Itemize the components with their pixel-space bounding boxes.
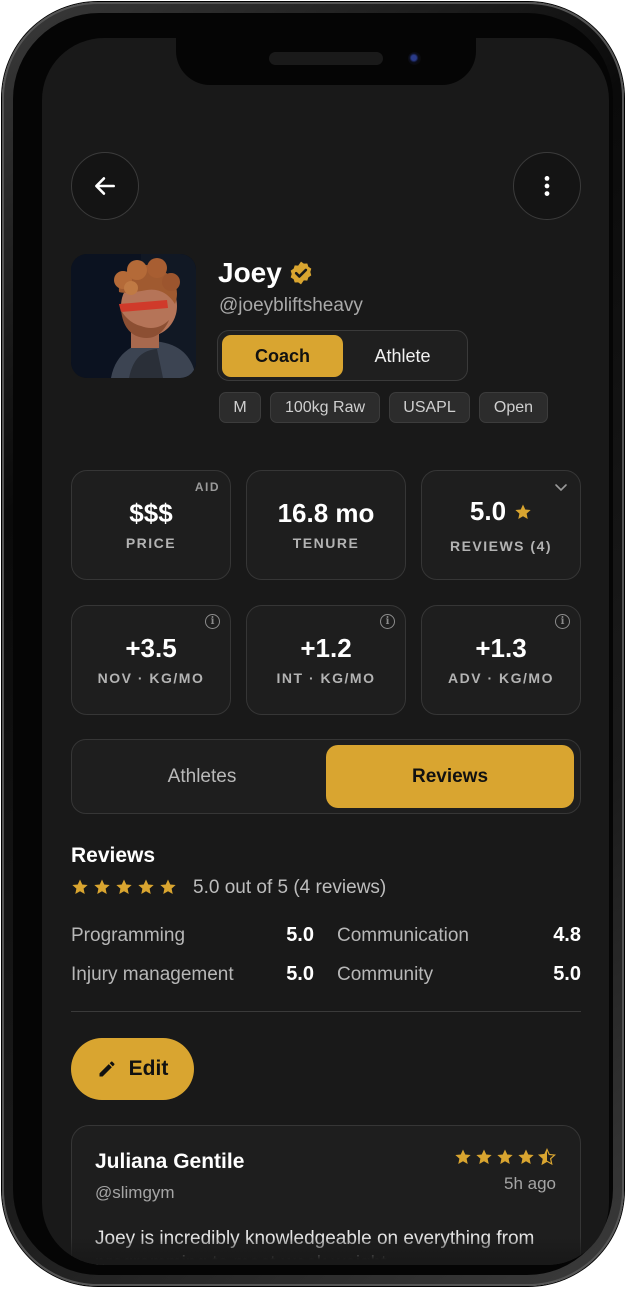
info-icon[interactable]: i [555, 614, 570, 629]
category-communication-label: Communication [337, 925, 469, 946]
tag-sex: M [219, 392, 261, 423]
category-programming-value: 5.0 [286, 924, 314, 946]
front-camera [408, 52, 421, 65]
stat-advanced-label: ADV · KG/MO [448, 670, 554, 686]
info-icon[interactable]: i [380, 614, 395, 629]
price-corner-label: AID [194, 480, 220, 494]
reviews-heading: Reviews [71, 844, 156, 867]
verified-badge-icon [290, 261, 312, 285]
category-community-value: 5.0 [553, 963, 581, 985]
category-programming-label: Programming [71, 925, 186, 946]
profile-name: Joey [218, 257, 282, 288]
phone-bezel: Joey @joeybliftsheavy Coach Athlete M 10… [13, 13, 613, 1275]
stat-tenure: 16.8 mo TENURE [246, 470, 406, 580]
content-tabs: Athletes Reviews [71, 739, 581, 814]
stat-novice-gain: i +3.5 NOV · KG/MO [71, 605, 231, 715]
stat-reviews-value-row: 5.0 [422, 496, 580, 527]
tag-weight-class: 100kg Raw [270, 392, 380, 423]
overall-rating-stars [71, 878, 177, 896]
role-athlete-button[interactable]: Athlete [342, 335, 463, 377]
star-icon [455, 1149, 471, 1164]
category-communication-value: 4.8 [553, 924, 581, 946]
star-icon [160, 879, 176, 894]
notch [176, 38, 476, 85]
chevron-down-icon [555, 484, 567, 492]
stat-novice-value: +3.5 [125, 633, 177, 663]
review-time: 5h ago [504, 1174, 556, 1193]
star-icon [72, 879, 88, 894]
stat-tenure-value: 16.8 mo [277, 498, 375, 528]
edit-review-button[interactable]: Edit [71, 1038, 194, 1100]
app-screen: Joey @joeybliftsheavy Coach Athlete M 10… [42, 38, 609, 1265]
stat-price-value: $$$ [129, 498, 173, 528]
edit-label: Edit [128, 1057, 169, 1080]
star-icon [94, 879, 110, 894]
stat-intermediate-gain: i +1.2 INT · KG/MO [246, 605, 406, 715]
stat-advanced-value: +1.3 [475, 633, 527, 663]
arrow-left-icon [95, 177, 115, 195]
stat-intermediate-value: +1.2 [300, 633, 352, 663]
stat-novice-label: NOV · KG/MO [97, 670, 205, 686]
category-community-label: Community [337, 964, 434, 985]
avatar [71, 254, 196, 378]
role-toggle: Coach Athlete [217, 330, 468, 381]
speaker [269, 52, 383, 65]
tab-athletes[interactable]: Athletes [78, 745, 326, 808]
more-options-button[interactable] [513, 152, 581, 220]
stat-price-label: PRICE [125, 535, 177, 551]
star-half-icon [538, 1148, 556, 1166]
stat-reviews[interactable]: 5.0 REVIEWS (4) [421, 470, 581, 580]
pencil-icon [99, 1061, 115, 1077]
profile-handle: @joeybliftsheavy [219, 295, 363, 316]
star-icon [515, 504, 531, 519]
stat-reviews-value: 5.0 [469, 496, 507, 526]
reviewer-name: Juliana Gentile [95, 1150, 245, 1173]
star-icon [138, 879, 154, 894]
tag-division: Open [479, 392, 548, 423]
more-vertical-icon [544, 176, 550, 196]
bottom-fade [42, 1237, 609, 1265]
rating-summary: 5.0 out of 5 (4 reviews) [193, 877, 387, 898]
star-icon [497, 1149, 513, 1164]
back-button[interactable] [71, 152, 139, 220]
stat-advanced-gain: i +1.3 ADV · KG/MO [421, 605, 581, 715]
tag-federation: USAPL [389, 392, 470, 423]
category-injury-label: Injury management [71, 964, 234, 985]
stat-tenure-label: TENURE [292, 535, 360, 551]
star-icon [476, 1149, 492, 1164]
star-icon [116, 879, 132, 894]
phone-frame: Joey @joeybliftsheavy Coach Athlete M 10… [2, 2, 624, 1286]
stat-intermediate-label: INT · KG/MO [276, 670, 376, 686]
stat-reviews-label: REVIEWS (4) [449, 538, 553, 554]
tab-reviews[interactable]: Reviews [326, 745, 574, 808]
category-injury-value: 5.0 [286, 963, 314, 985]
stat-price: AID $$$ PRICE [71, 470, 231, 580]
info-icon[interactable]: i [205, 614, 220, 629]
review-rating-stars [454, 1148, 556, 1166]
reviewer-handle: @slimgym [95, 1183, 175, 1202]
divider [71, 1011, 581, 1012]
role-coach-button[interactable]: Coach [222, 335, 343, 377]
star-icon [518, 1149, 534, 1164]
